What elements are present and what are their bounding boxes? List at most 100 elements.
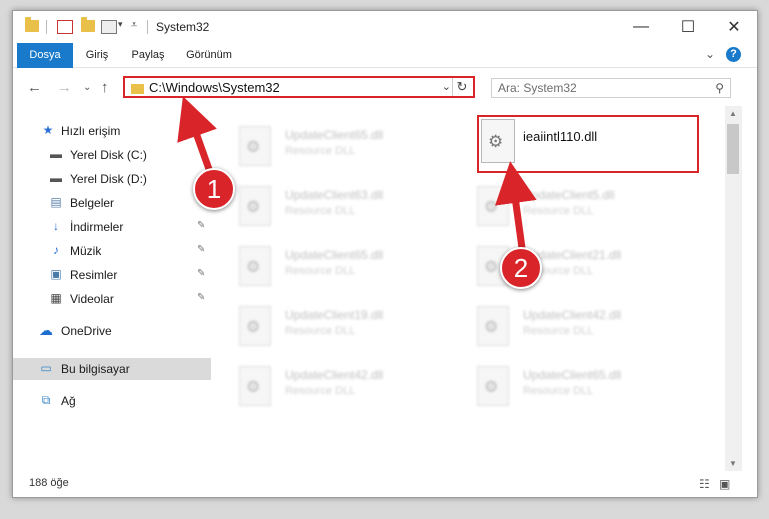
- file-name: UpdateClient65.dll: [285, 248, 384, 262]
- callout-badge-2: 2: [500, 247, 542, 289]
- sidebar-item-downloads[interactable]: ↓ İndirmeler ✎: [13, 216, 211, 238]
- sidebar-item-documents[interactable]: ▤ Belgeler ✎: [13, 192, 211, 214]
- chevron-down-icon[interactable]: ▾: [118, 19, 123, 30]
- highlighted-file-name[interactable]: ieaiintl110.dll: [523, 129, 597, 144]
- file-type: Resource DLL: [523, 205, 594, 217]
- sidebar-item-quick-access[interactable]: ★ Hızlı erişim: [13, 120, 211, 142]
- sidebar-item-pictures[interactable]: ▣ Resimler ✎: [13, 264, 211, 286]
- close-button[interactable]: ✕: [711, 11, 757, 43]
- scroll-up-icon[interactable]: ▲: [729, 109, 737, 118]
- sidebar-item-label: Müzik: [70, 244, 102, 258]
- file-item[interactable]: UpdateClient42.dll Resource DLL: [451, 300, 671, 346]
- status-bar: 188 öğe ☷ ▣: [13, 471, 757, 497]
- file-item[interactable]: UpdateClient21.dll Resource DLL: [451, 240, 671, 286]
- recent-locations-button[interactable]: ⌄: [83, 82, 91, 93]
- file-type: Resource DLL: [523, 385, 594, 397]
- address-value[interactable]: C:\Windows\System32: [149, 80, 280, 95]
- file-type: Resource DLL: [523, 325, 594, 337]
- sidebar-item-label: Resimler: [70, 268, 118, 282]
- file-type: Resource DLL: [285, 325, 356, 337]
- search-input[interactable]: Ara: System32 ⚲: [491, 78, 731, 98]
- sidebar-item-network[interactable]: ⧉ Ağ: [13, 390, 211, 412]
- pin-icon: ✎: [197, 244, 206, 255]
- file-item[interactable]: UpdateClient5.dll Resource DLL: [451, 180, 671, 226]
- sidebar-item-label: Hızlı erişim: [61, 124, 121, 138]
- video-icon: ▦: [50, 291, 62, 305]
- chevron-down-icon[interactable]: ⌄: [442, 80, 451, 93]
- dll-file-icon: [239, 186, 271, 226]
- drive-icon: ▬: [50, 147, 62, 161]
- details-view-icon[interactable]: ☷: [699, 477, 710, 491]
- documents-icon: ▤: [50, 195, 62, 209]
- tab-share[interactable]: Paylaş: [125, 43, 171, 67]
- sidebar-item-videos[interactable]: ▦ Videolar ✎: [13, 288, 211, 310]
- sidebar-item-disk-d[interactable]: ▬ Yerel Disk (D:): [13, 168, 211, 190]
- file-item[interactable]: UpdateClient65.dll Resource DLL: [213, 240, 433, 286]
- network-icon: ⧉: [41, 393, 51, 407]
- ribbon-collapse-icon[interactable]: ⌄: [705, 47, 715, 61]
- file-name: UpdateClient5.dll: [523, 188, 615, 202]
- search-placeholder: Ara: System32: [498, 81, 577, 95]
- sidebar-item-label: Belgeler: [70, 196, 115, 210]
- help-icon[interactable]: ?: [726, 47, 741, 62]
- sidebar-item-music[interactable]: ♪ Müzik ✎: [13, 240, 211, 262]
- back-button[interactable]: ←: [27, 79, 42, 96]
- dll-file-icon: [239, 126, 271, 166]
- folder-icon: [131, 84, 144, 94]
- view-options-icon[interactable]: [101, 20, 117, 34]
- cloud-icon: ☁: [39, 322, 53, 338]
- drive-icon: ▬: [50, 171, 62, 185]
- sidebar-item-label: İndirmeler: [70, 220, 124, 234]
- callout-badge-1: 1: [193, 168, 235, 210]
- tab-view[interactable]: Görünüm: [179, 43, 239, 67]
- sidebar-item-onedrive[interactable]: ☁ OneDrive: [13, 320, 211, 342]
- file-item[interactable]: UpdateClient65.dll Resource DLL: [213, 120, 433, 166]
- dll-file-icon: [477, 306, 509, 346]
- sidebar-item-label: Yerel Disk (D:): [70, 172, 147, 186]
- sidebar-item-label: Videolar: [70, 292, 114, 306]
- file-type: Resource DLL: [285, 265, 356, 277]
- scroll-down-icon[interactable]: ▼: [729, 459, 737, 468]
- new-folder-icon[interactable]: [81, 17, 95, 32]
- maximize-button[interactable]: ☐: [665, 11, 711, 43]
- file-item[interactable]: UpdateClient65.dll Resource DLL: [451, 360, 671, 406]
- pictures-icon: ▣: [50, 267, 62, 281]
- refresh-button[interactable]: ↻: [452, 78, 471, 96]
- up-button[interactable]: ↑: [101, 79, 109, 96]
- file-item[interactable]: UpdateClient42.dll Resource DLL: [213, 360, 433, 406]
- file-name: UpdateClient42.dll: [523, 308, 622, 322]
- file-name: UpdateClient65.dll: [285, 128, 384, 142]
- pin-icon: ✎: [197, 292, 206, 303]
- download-icon: ↓: [53, 219, 59, 233]
- music-icon: ♪: [53, 243, 59, 257]
- divider: [147, 20, 148, 34]
- sidebar-item-disk-c[interactable]: ▬ Yerel Disk (C:): [13, 144, 211, 166]
- file-type: Resource DLL: [285, 385, 356, 397]
- scroll-thumb[interactable]: [727, 124, 739, 174]
- sidebar-item-label: Yerel Disk (C:): [70, 148, 147, 162]
- sidebar-item-label: OneDrive: [61, 324, 112, 338]
- ribbon-tabs: Dosya Giriş Paylaş Görünüm ⌄ ?: [13, 43, 757, 89]
- folder-icon: [25, 17, 39, 32]
- search-icon: ⚲: [715, 81, 724, 95]
- sidebar-item-label: Bu bilgisayar: [61, 362, 130, 376]
- vertical-scrollbar[interactable]: ▲ ▼: [725, 106, 742, 471]
- forward-button[interactable]: →: [57, 79, 72, 96]
- file-name: UpdateClient65.dll: [523, 368, 622, 382]
- dll-file-icon: [477, 186, 509, 226]
- divider: [46, 20, 47, 34]
- properties-icon[interactable]: [57, 20, 73, 34]
- file-item[interactable]: UpdateClient19.dll Resource DLL: [213, 300, 433, 346]
- customize-toolbar-icon[interactable]: ⩡: [131, 19, 137, 32]
- file-type: Resource DLL: [285, 205, 356, 217]
- dll-file-icon: [477, 366, 509, 406]
- dll-file-icon: [239, 246, 271, 286]
- large-icons-view-icon[interactable]: ▣: [719, 477, 730, 491]
- computer-icon: ▭: [40, 361, 52, 375]
- file-item[interactable]: UpdateClient63.dll Resource DLL: [213, 180, 433, 226]
- tab-home[interactable]: Giriş: [77, 43, 117, 67]
- navigation-bar: ← → ⌄ ↑ C:\Windows\System32 ⌄ ↻ Ara: Sys…: [13, 68, 757, 106]
- address-bar[interactable]: C:\Windows\System32 ⌄ ↻: [123, 76, 475, 98]
- minimize-button[interactable]: —: [618, 11, 664, 43]
- sidebar-item-this-pc[interactable]: ▭ Bu bilgisayar: [13, 358, 211, 380]
